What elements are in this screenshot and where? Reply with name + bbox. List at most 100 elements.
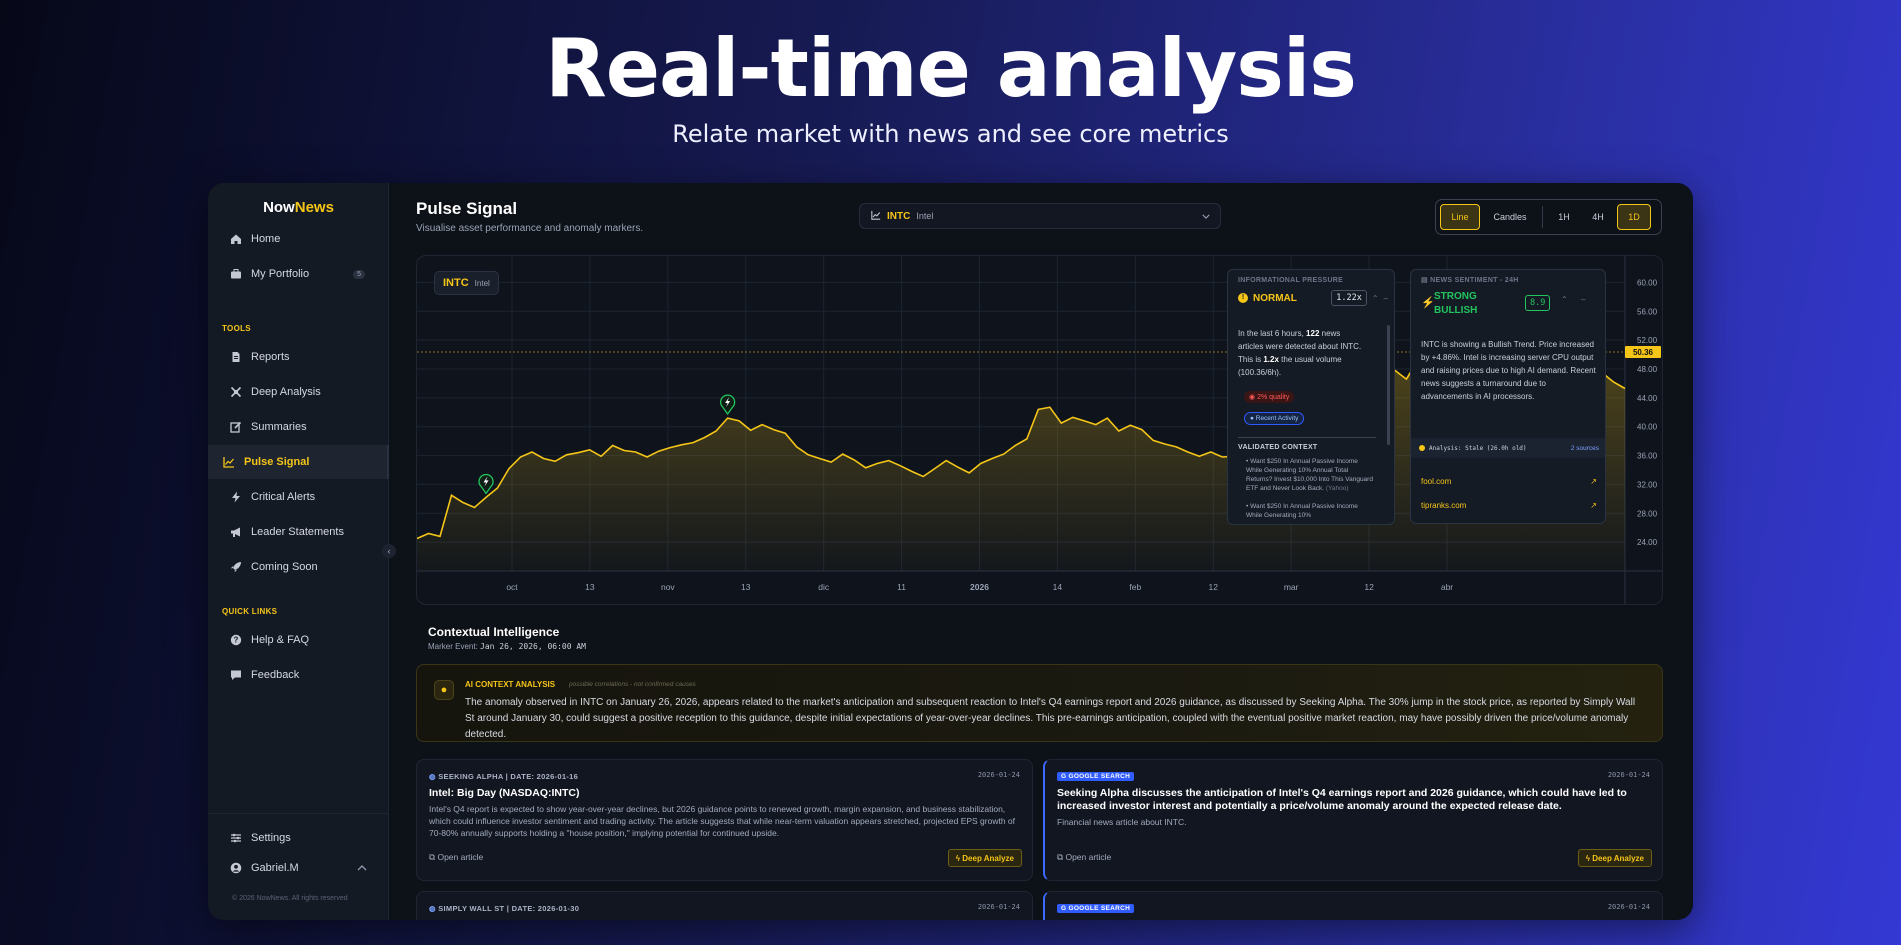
x-tick-label: 2026 (970, 582, 989, 592)
ticker-symbol: INTC (887, 210, 911, 222)
open-article-link[interactable]: ⧉ Open article (429, 852, 483, 863)
sidebar-footer (208, 813, 389, 814)
news-card: ◍ SIMPLY WALL ST | DATE: 2026-01-30 2026… (416, 891, 1033, 920)
deep-analyze-button[interactable]: ϟ Deep Analyze (1577, 849, 1652, 867)
sidebar-item-label: Home (251, 233, 281, 245)
source-link[interactable]: fool.com ↗ (1421, 477, 1597, 486)
marker-event: Marker Event: Jan 26, 2026, 06:00 AM (428, 642, 586, 651)
panel-scrollbar[interactable] (1387, 325, 1390, 445)
panel-label: INFORMATIONAL PRESSURE (1238, 277, 1344, 284)
megaphone-icon (230, 526, 242, 538)
chart-line-icon (223, 456, 235, 468)
y-tick-label: 28.00 (1637, 509, 1658, 518)
analysis-icon (230, 386, 242, 398)
mode-line-button[interactable]: Line (1440, 204, 1480, 230)
chat-icon (230, 669, 242, 681)
legend-name: Intel (474, 278, 490, 288)
informational-pressure-panel: INFORMATIONAL PRESSURE ! NORMAL 1.22x ⌃ … (1227, 269, 1395, 525)
mode-candles-button[interactable]: Candles (1484, 204, 1536, 230)
external-link-icon: ↗ (1590, 501, 1597, 510)
sidebar-item-label: My Portfolio (251, 268, 310, 280)
sidebar-item-label: Feedback (251, 669, 300, 681)
x-tick-label: nov (661, 582, 675, 592)
y-tick-label: 32.00 (1637, 480, 1658, 489)
sidebar-item-label: Settings (251, 832, 291, 844)
ai-context-note: possible correlations - not confirmed ca… (569, 681, 696, 688)
user-menu[interactable]: Gabriel.M (208, 851, 389, 885)
x-tick-label: 13 (741, 582, 751, 592)
sliders-icon (230, 832, 242, 844)
sidebar-item-label: Coming Soon (251, 561, 318, 573)
chevron-up-icon[interactable]: ⌃ (1561, 295, 1568, 304)
y-tick-label: 60.00 (1637, 278, 1658, 287)
context-title: Contextual Intelligence (428, 625, 560, 639)
globe-icon: ◍ (429, 772, 436, 781)
status-dot-icon (1419, 445, 1425, 451)
sidebar: NowNews Home My Portfolio 5 TOOLS Report… (208, 183, 389, 920)
sidebar-item-label: Pulse Signal (244, 456, 310, 468)
deep-analyze-button[interactable]: ϟ Deep Analyze (947, 849, 1022, 867)
sidebar-item-help-faq[interactable]: ? Help & FAQ (208, 623, 389, 657)
range-4h-button[interactable]: 4H (1583, 204, 1613, 230)
chevron-up-icon[interactable] (357, 863, 367, 874)
newspaper-icon: ▤ (1421, 277, 1428, 284)
chevron-up-icon[interactable]: ⌃ (1372, 294, 1379, 303)
x-tick-label: oct (506, 582, 518, 592)
ticker-select[interactable]: INTC Intel (859, 203, 1221, 229)
pressure-status: NORMAL (1253, 292, 1297, 304)
alert-icon: ◉ (1249, 394, 1256, 401)
tools-section-label: TOOLS (222, 324, 251, 333)
chart-controls: Line Candles 1H 4H 1D (1435, 199, 1662, 235)
x-tick-label: dic (818, 582, 830, 592)
sidebar-item-settings[interactable]: Settings (208, 821, 389, 855)
card-date: 2026-01-24 (1607, 771, 1650, 779)
x-tick-label: feb (1129, 582, 1141, 592)
current-price-label: 50.36 (1633, 348, 1654, 357)
sidebar-item-critical-alerts[interactable]: Critical Alerts (208, 480, 389, 514)
sources-count[interactable]: 2 sources (1571, 445, 1599, 452)
price-chart[interactable]: 60.00 56.00 52.00 48.00 44.00 40.00 36.00 32.00… (416, 255, 1663, 605)
sidebar-item-label: Deep Analysis (251, 386, 321, 398)
ai-context-text: The anomaly observed in INTC on January … (465, 697, 1636, 740)
sidebar-item-summaries[interactable]: Summaries (208, 410, 389, 444)
page-title: Pulse Signal (416, 199, 518, 218)
minimize-icon[interactable]: – (1384, 294, 1388, 303)
external-link-icon: ↗ (1590, 477, 1597, 486)
sidebar-item-label: Summaries (251, 421, 307, 433)
card-body: Intel's Q4 report is expected to show ye… (429, 804, 1016, 838)
range-1d-button[interactable]: 1D (1617, 204, 1651, 230)
brand-logo[interactable]: NowNews (208, 199, 389, 216)
sidebar-item-my-portfolio[interactable]: My Portfolio 5 (208, 257, 389, 291)
panel-divider (1238, 437, 1376, 438)
document-icon (230, 351, 242, 363)
external-link-icon: ⧉ (429, 852, 436, 862)
minimize-icon[interactable]: – (1581, 295, 1585, 304)
chart-line-icon (871, 210, 881, 223)
bolt-icon: ⚡ (1421, 297, 1435, 309)
card-source: ◍ SIMPLY WALL ST | DATE: 2026-01-30 (429, 904, 580, 913)
sidebar-item-label: Leader Statements (251, 526, 344, 538)
sidebar-item-coming-soon[interactable]: Coming Soon (208, 550, 389, 584)
range-1h-button[interactable]: 1H (1549, 204, 1579, 230)
hero-subtitle: Relate market with news and see core met… (672, 120, 1229, 148)
y-tick-label: 48.00 (1637, 365, 1658, 374)
chevron-down-icon (1202, 211, 1210, 221)
sidebar-item-pulse-signal[interactable]: Pulse Signal (208, 445, 389, 479)
copyright-text: © 2026 NowNews. All rights reserved (232, 895, 348, 902)
x-tick-label: mar (1284, 582, 1299, 592)
quality-badge: ◉ 2% quality (1244, 391, 1295, 403)
user-icon (230, 862, 242, 874)
sentiment-description: INTC is showing a Bullish Trend. Price i… (1421, 340, 1596, 401)
x-tick-label: 11 (897, 582, 906, 592)
sidebar-item-feedback[interactable]: Feedback (208, 658, 389, 692)
sidebar-item-home[interactable]: Home (208, 222, 389, 256)
card-title[interactable]: Seeking Alpha discusses the anticipation… (1057, 787, 1647, 813)
card-title[interactable]: Intel: Big Day (NASDAQ:INTC) (429, 787, 1019, 800)
validated-item: • Want $250 In Annual Passive Income Whi… (1246, 458, 1373, 492)
sidebar-item-reports[interactable]: Reports (208, 340, 389, 374)
open-article-link[interactable]: ⧉ Open article (1057, 852, 1111, 863)
sidebar-item-deep-analysis[interactable]: Deep Analysis (208, 375, 389, 409)
x-tick-label: 13 (585, 582, 595, 592)
sidebar-item-leader-statements[interactable]: Leader Statements (208, 515, 389, 549)
source-link[interactable]: tipranks.com ↗ (1421, 501, 1597, 510)
